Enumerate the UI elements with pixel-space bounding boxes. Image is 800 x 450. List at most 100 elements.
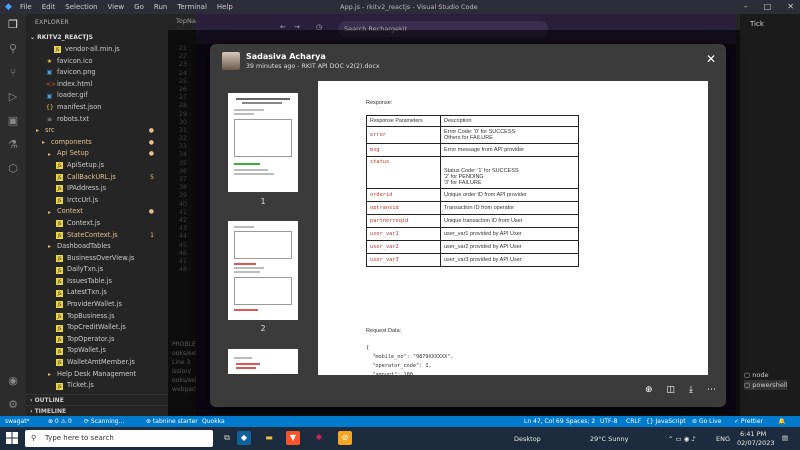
- file-item[interactable]: JS Context.js: [26, 218, 168, 230]
- account-icon[interactable]: ◉: [6, 374, 20, 388]
- slack-icon[interactable]: ✱: [312, 431, 326, 445]
- files-icon[interactable]: ❐: [6, 18, 20, 32]
- file-item[interactable]: <> index.html: [26, 79, 168, 91]
- table-row: msg Error message from API provider: [366, 143, 579, 157]
- weather-widget[interactable]: 29°C Sunny: [590, 435, 628, 443]
- param-cell: user_var2: [366, 240, 441, 254]
- file-item[interactable]: JS TopBusiness.js: [26, 311, 168, 323]
- minimize-icon[interactable]: –: [744, 2, 748, 11]
- close-icon[interactable]: ✕: [706, 52, 716, 66]
- run-debug-icon[interactable]: ▷: [6, 90, 20, 104]
- code-line: "amount": 100: [366, 372, 413, 375]
- eol-status[interactable]: CRLF: [626, 418, 641, 425]
- file-item[interactable]: JS vendor-all.min.js: [26, 44, 168, 56]
- file-item[interactable]: JS IrctcUrl.js: [26, 195, 168, 207]
- menu-item-file[interactable]: File: [20, 3, 32, 11]
- problems-status[interactable]: ⊗ 0 ⚠ 0: [48, 418, 72, 425]
- menu-item-selection[interactable]: Selection: [65, 3, 97, 11]
- menu-item-help[interactable]: Help: [217, 3, 233, 11]
- menu-item-terminal[interactable]: Terminal: [177, 3, 207, 11]
- file-item[interactable]: {} manifest.json: [26, 102, 168, 114]
- folder-item[interactable]: ▸ DashboadTables: [26, 241, 168, 253]
- share-icon[interactable]: ⊕: [645, 385, 653, 395]
- folder-item[interactable]: ▸ Api Setup ●: [26, 148, 168, 160]
- file-item[interactable]: JS IPAddress.js: [26, 183, 168, 195]
- outline-section[interactable]: › OUTLINE: [26, 394, 168, 405]
- file-item[interactable]: JS CallBackURL.js 5: [26, 172, 168, 184]
- postman-icon[interactable]: ⊘: [338, 431, 352, 445]
- file-item[interactable]: JS TopCreditWallet.js: [26, 322, 168, 334]
- menu-item-edit[interactable]: Edit: [42, 3, 56, 11]
- notifications-icon[interactable]: 🔔: [778, 418, 785, 425]
- brave-icon[interactable]: ▼: [286, 431, 300, 445]
- maximize-icon[interactable]: □: [764, 2, 772, 11]
- branch-status[interactable]: swagat*: [5, 418, 30, 425]
- page-thumbnail-1[interactable]: [228, 93, 298, 192]
- task-view-icon[interactable]: ⧉: [220, 431, 234, 445]
- folder-item[interactable]: ▸ src ●: [26, 125, 168, 137]
- vscode-taskbar-icon[interactable]: ◆: [237, 431, 251, 445]
- right-tab[interactable]: Tick: [750, 20, 764, 28]
- extensions-icon[interactable]: ⬡: [6, 162, 20, 176]
- folder-file-icon: ▸: [47, 370, 51, 378]
- test-icon[interactable]: ⚗: [6, 138, 20, 152]
- taskbar-search[interactable]: ⚲ Type here to search: [25, 430, 213, 447]
- folder-item[interactable]: ▸ Help Desk Management: [26, 369, 168, 381]
- quokka-status[interactable]: Quokka: [202, 418, 225, 425]
- table-row: partnerreqid Unique transaction ID from U…: [366, 214, 579, 228]
- file-item[interactable]: ★ favicon.ico: [26, 56, 168, 68]
- manage-gear-icon[interactable]: ⚙: [6, 398, 20, 412]
- activity-bar: ❐ ⚲ ⑂ ▷ ▣ ⚗ ⬡ ◉ ⚙: [0, 14, 26, 416]
- remote-explorer-icon[interactable]: ▣: [6, 114, 20, 128]
- file-item[interactable]: JS IssuesTable.js: [26, 276, 168, 288]
- language-indicator[interactable]: ENG: [716, 435, 730, 443]
- open-in-app-icon[interactable]: ◫: [667, 385, 676, 395]
- page-thumbnail-3[interactable]: [228, 349, 298, 374]
- search-icon[interactable]: ⚲: [6, 42, 20, 56]
- folder-item[interactable]: ▸ components ●: [26, 137, 168, 149]
- file-explorer-icon[interactable]: ▬: [262, 431, 276, 445]
- file-item[interactable]: JS DailyTxn.js: [26, 264, 168, 276]
- explorer-header: EXPLORER: [35, 19, 69, 26]
- file-item[interactable]: JS WalletAmtMember.js: [26, 357, 168, 369]
- file-item[interactable]: JS BusinessOverView.js: [26, 253, 168, 265]
- timeline-section[interactable]: › TIMELINE: [26, 405, 168, 416]
- prettier-status[interactable]: ✓ Prettier: [734, 418, 763, 425]
- file-item[interactable]: ≡ robots.txt: [26, 114, 168, 126]
- terminal-powershell[interactable]: ▢ powershell: [744, 380, 788, 390]
- file-item[interactable]: JS ProviderWallet.js: [26, 299, 168, 311]
- folder-item[interactable]: ▸ Context ●: [26, 206, 168, 218]
- file-item[interactable]: JS StateContext.js 1: [26, 230, 168, 242]
- terminal-node-label: node: [752, 371, 769, 379]
- tray-icons[interactable]: ⌃ ▭ ◉ ♪: [668, 435, 696, 443]
- page-thumbnail-2[interactable]: [228, 221, 298, 320]
- js-file-icon: JS: [56, 289, 63, 297]
- file-item[interactable]: JS TopWallet.js: [26, 345, 168, 357]
- cursor-position[interactable]: Ln 47, Col 69: [524, 418, 564, 425]
- file-item[interactable]: JS ApiSetup.js: [26, 160, 168, 172]
- menu-item-go[interactable]: Go: [134, 3, 144, 11]
- close-window-icon[interactable]: ✕: [787, 2, 794, 11]
- more-options-icon[interactable]: ⋯: [707, 385, 716, 395]
- source-control-icon[interactable]: ⑂: [6, 66, 20, 80]
- clock-time[interactable]: 6:41 PM: [740, 430, 766, 438]
- encoding-status[interactable]: UTF-8: [600, 418, 618, 425]
- file-item[interactable]: JS Ticket.js: [26, 380, 168, 392]
- indent-status[interactable]: Spaces: 2: [566, 418, 595, 425]
- menu-item-view[interactable]: View: [108, 3, 125, 11]
- download-icon[interactable]: ⤓: [689, 385, 693, 395]
- language-status[interactable]: {} JavaScript: [646, 418, 686, 425]
- menu-item-run[interactable]: Run: [154, 3, 167, 11]
- tabnine-status[interactable]: ⊛ tabnine starter: [146, 418, 198, 425]
- file-item[interactable]: JS LatestTxn.js: [26, 287, 168, 299]
- terminal-node[interactable]: ▢ node: [744, 370, 787, 380]
- file-item[interactable]: JS TopOperator.js: [26, 334, 168, 346]
- notification-center-icon[interactable]: ▤: [782, 434, 788, 442]
- clock-date[interactable]: 02/07/2023: [737, 439, 774, 447]
- desktop-label[interactable]: Desktop: [514, 435, 541, 443]
- go-live-button[interactable]: ⊚ Go Live: [692, 418, 721, 425]
- file-item[interactable]: ▣ favicon.png: [26, 67, 168, 79]
- file-item[interactable]: ▣ loader.gif: [26, 90, 168, 102]
- project-folder[interactable]: ⌄ RKITV2_REACTJS: [26, 32, 168, 44]
- windows-start-icon[interactable]: [6, 432, 18, 444]
